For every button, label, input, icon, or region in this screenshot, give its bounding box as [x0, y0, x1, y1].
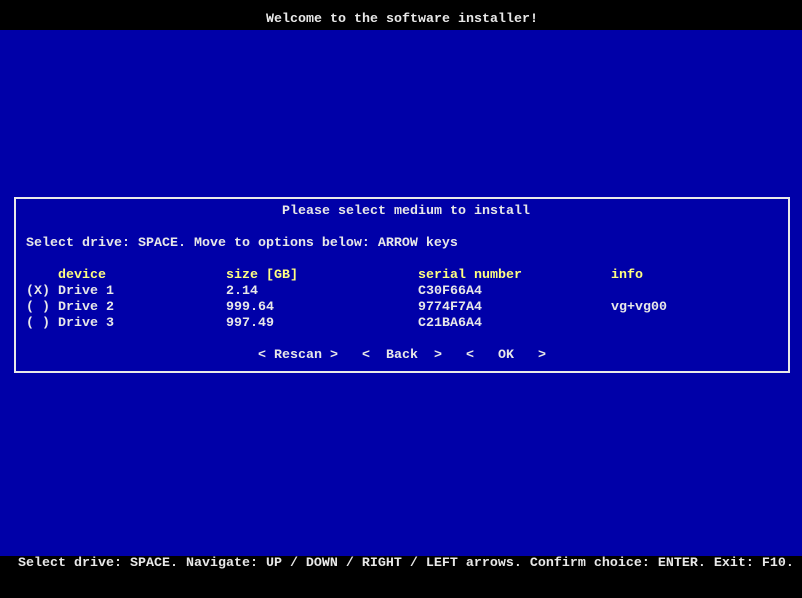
dialog-instructions: Select drive: SPACE. Move to options bel…: [26, 236, 458, 251]
drive-radio[interactable]: ( ): [26, 300, 50, 316]
drive-serial: C21BA6A4: [418, 316, 482, 331]
column-header-info: info: [611, 268, 643, 283]
rescan-button[interactable]: < Rescan >: [258, 348, 338, 364]
drive-serial: 9774F7A4: [418, 300, 482, 315]
column-header-serial: serial number: [418, 268, 522, 283]
column-header-device: device: [58, 268, 106, 283]
drive-device: Drive 1: [58, 284, 114, 299]
drive-size: 997.49: [226, 316, 274, 331]
drive-info: vg+vg00: [611, 300, 667, 315]
drive-radio[interactable]: (X): [26, 284, 50, 300]
drive-size: 2.14: [226, 284, 258, 299]
drive-select-dialog: [14, 197, 790, 373]
back-button[interactable]: < Back >: [362, 348, 442, 364]
drive-device: Drive 3: [58, 316, 114, 331]
column-header-size: size [GB]: [226, 268, 298, 283]
drive-serial: C30F66A4: [418, 284, 482, 299]
status-bar-text: Select drive: SPACE. Navigate: UP / DOWN…: [18, 556, 794, 571]
drive-radio[interactable]: ( ): [26, 316, 50, 332]
drive-size: 999.64: [226, 300, 274, 315]
ok-button[interactable]: < OK >: [466, 348, 546, 364]
window-title: Welcome to the software installer!: [266, 12, 538, 27]
drive-device: Drive 2: [58, 300, 114, 315]
dialog-title: Please select medium to install: [282, 204, 530, 219]
